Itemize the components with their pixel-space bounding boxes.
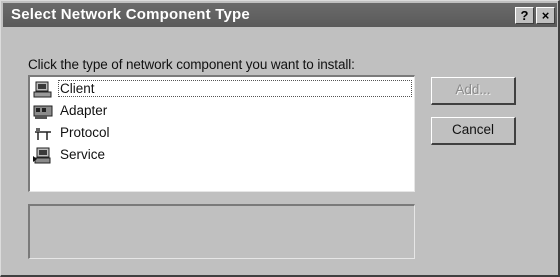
add-button[interactable]: Add...	[431, 77, 516, 105]
list-item-protocol[interactable]: Protocol	[32, 123, 412, 144]
title-bar[interactable]: Select Network Component Type ? ×	[3, 3, 557, 27]
list-item-client[interactable]: Client	[32, 79, 412, 100]
list-item-label: Client	[58, 80, 412, 97]
list-item-label: Service	[60, 147, 106, 162]
cancel-button[interactable]: Cancel	[431, 117, 516, 145]
window-title: Select Network Component Type	[11, 6, 250, 23]
description-box	[28, 204, 415, 259]
help-button[interactable]: ?	[515, 7, 534, 24]
instruction-label: Click the type of network component you …	[28, 57, 355, 72]
service-icon	[33, 147, 51, 164]
close-button[interactable]: ×	[536, 7, 555, 24]
list-item-label: Protocol	[60, 125, 110, 140]
adapter-icon	[33, 105, 53, 119]
component-type-list[interactable]: Client Adapter Protocol Service	[28, 75, 415, 192]
list-item-adapter[interactable]: Adapter	[32, 101, 412, 122]
list-item-label: Adapter	[60, 103, 108, 118]
select-network-component-dialog: Select Network Component Type ? × Click …	[0, 0, 560, 277]
protocol-icon	[35, 128, 51, 140]
list-item-service[interactable]: Service	[32, 145, 412, 166]
client-icon	[33, 81, 52, 98]
